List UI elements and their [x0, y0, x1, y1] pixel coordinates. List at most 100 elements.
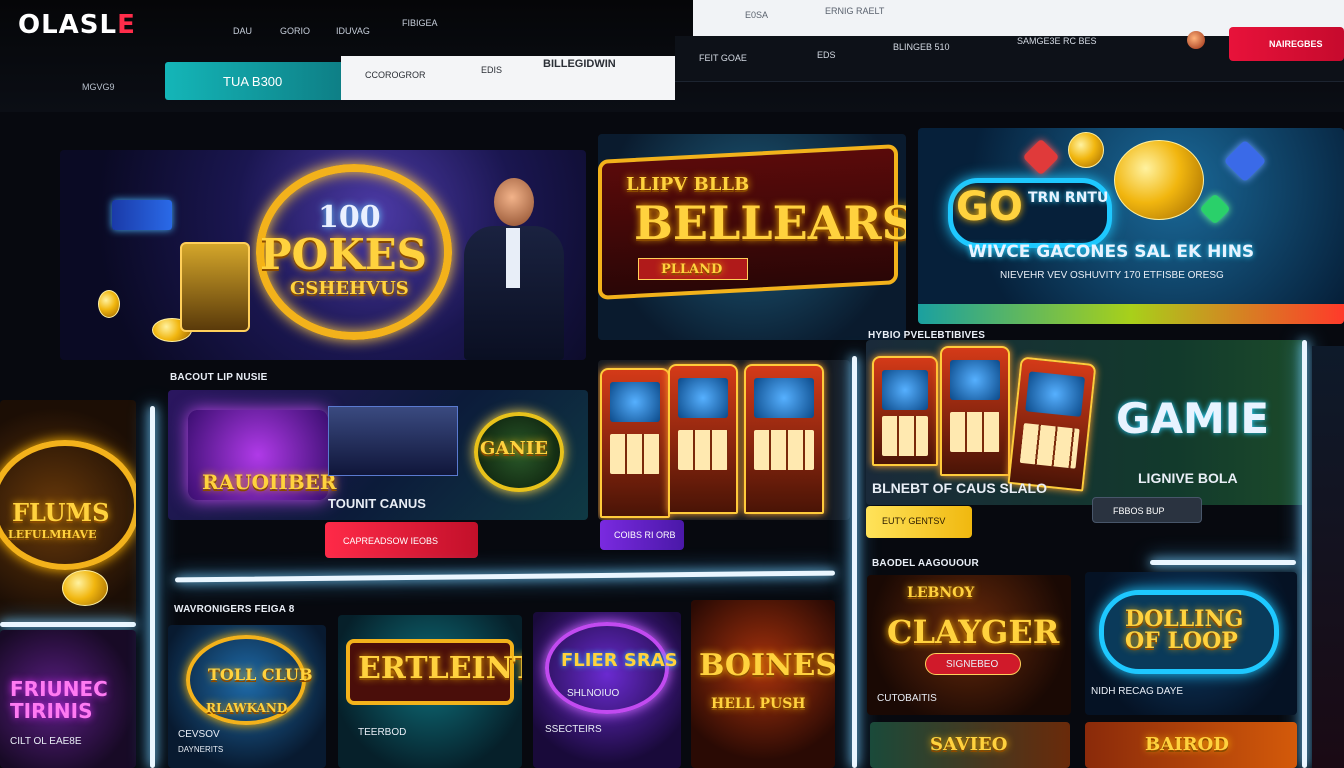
left-bottom-card[interactable]: FRIUNEC TIRINIS CILT OL EAE8E — [0, 630, 136, 768]
claim-bonus-button[interactable]: CAPREADSOW IEOBS — [325, 522, 478, 558]
search-panel-label-1: E0SA — [745, 10, 769, 20]
logo-text: OLASL — [18, 10, 118, 40]
neon-divider — [1150, 560, 1296, 565]
tab-item-3[interactable]: BILLEGIDWIN — [543, 58, 616, 70]
neon-divider-vertical — [150, 406, 155, 768]
tile-title: FLIER SRAS — [561, 650, 678, 671]
coin-icon — [1114, 140, 1204, 220]
slot-cabinet[interactable] — [744, 364, 824, 514]
tile-caption: CUTOBAITIS — [877, 693, 937, 704]
slot-cabinet[interactable] — [940, 346, 1010, 476]
slots-pill-label: COIBS RI ORB — [614, 530, 676, 540]
more-games-label: FBBOS BUP — [1113, 506, 1165, 516]
tab-active-label: TUA B300 — [223, 74, 283, 89]
poker-room-caption: TOUNIT CANUS — [328, 496, 426, 511]
nav-link-1[interactable]: DAU — [233, 26, 252, 36]
tab-active[interactable]: TUA B300 — [165, 62, 341, 100]
poker-banner[interactable]: 100 POKES GSHEHVUS — [60, 150, 586, 360]
game-tile[interactable]: FLIER SRAS SHLNOIUO SSECTEIRS — [533, 612, 681, 768]
avatar[interactable] — [1187, 31, 1205, 49]
neon-divider — [174, 570, 836, 583]
nav-link-4[interactable]: FIBIGEA — [402, 18, 438, 28]
section-label-recommended: WAVRONIGERS FEIGA 8 — [174, 604, 295, 615]
side-nav-label[interactable]: MGVG9 — [82, 82, 115, 92]
slot-cabinet[interactable] — [600, 368, 670, 518]
play-now-label: EUTY GENTSV — [882, 516, 946, 526]
tile-sub: HELL PUSH — [711, 696, 806, 712]
coins-sub: NIEVEHR VEV OSHUVITY 170 ETFISBE ORESG — [1000, 270, 1224, 281]
secondary-nav-2[interactable]: EDS — [817, 50, 836, 60]
search-panel-label-2: ERNIG RAELT — [825, 6, 885, 16]
register-button-label: NAIREGBES — [1269, 39, 1323, 49]
left-bottom-sub: CILT OL EAE8E — [10, 736, 82, 747]
slot-cabinet[interactable] — [872, 356, 938, 466]
tab-item-1[interactable]: CCOROGROR — [365, 70, 426, 80]
bells-ribbon-text: PLLAND — [661, 262, 723, 277]
gem-icon — [1199, 193, 1231, 225]
gem-icon — [1223, 139, 1267, 183]
register-button[interactable]: NAIREGBES — [1229, 27, 1344, 61]
secondary-nav-4[interactable]: SAMGE3E RC BES — [1017, 36, 1097, 46]
poker-room-title: RAUOIIBER — [202, 470, 337, 494]
poker-subtitle: GSHEHVUS — [290, 278, 409, 299]
tile-title: BOINES — [699, 648, 835, 683]
dealer-figure — [458, 178, 568, 360]
tile-title: ERTLEINT — [358, 651, 522, 686]
coin-icon — [98, 290, 120, 318]
tile-title: BAIROD — [1145, 734, 1229, 755]
secondary-nav-3[interactable]: BLINGEB 510 — [893, 42, 950, 52]
tile-title: DOLLING OF LOOP — [1125, 606, 1244, 654]
coin-icon — [62, 570, 108, 606]
tile-top: LEBNOY — [907, 585, 975, 601]
gem-icon — [1022, 138, 1060, 176]
slots-panel[interactable] — [598, 360, 850, 520]
play-now-button[interactable]: EUTY GENTSV — [866, 506, 972, 538]
site-logo[interactable]: OLASLE — [18, 10, 136, 40]
bells-banner[interactable]: LLIPV BLLB BELLEARS PLLAND — [598, 134, 906, 340]
tile-caption-2: DAYNERITS — [178, 745, 224, 754]
game-tile[interactable]: LEBNOY CLAYGER SIGNEBEO CUTOBAITIS — [867, 575, 1071, 715]
slot-cabinet[interactable] — [1007, 356, 1097, 492]
game-tile[interactable]: BAIROD — [1085, 722, 1297, 768]
game-tile[interactable]: SAVIEO — [870, 722, 1070, 768]
tile-caption: SSECTEIRS — [545, 724, 602, 735]
tile-sub: SHLNOIUO — [567, 688, 620, 699]
game-tile[interactable]: BOINES HELL PUSH — [691, 600, 835, 768]
section-label-popular: BAODEL AAGOUOUR — [872, 558, 979, 569]
more-games-button[interactable]: FBBOS BUP — [1092, 497, 1202, 523]
tab-group: CCOROGROR EDIS BILLEGIDWIN — [341, 56, 675, 100]
game-panel[interactable]: GAMIE BLNEBT OF CAUS SLALO LIGNIVE BOLA — [866, 340, 1306, 505]
game-tile[interactable]: ERTLEINT TEERBOD — [338, 615, 522, 768]
neon-divider-vertical — [852, 356, 857, 768]
game-tile[interactable]: TOLL CLUB RLAWKAND CEVSOV DAYNERITS — [168, 625, 326, 768]
tile-title: CLAYGER — [887, 613, 1060, 651]
tile-title: TOLL CLUB — [208, 665, 313, 684]
tile-caption: CEVSOV — [178, 729, 220, 740]
left-card-title: FLUMS — [12, 498, 110, 527]
game-title: GAMIE — [1116, 394, 1270, 443]
neon-divider — [0, 622, 136, 627]
nav-link-2[interactable]: GORIO — [280, 26, 310, 36]
claim-bonus-label: CAPREADSOW IEOBS — [343, 536, 439, 546]
neon-sign — [112, 200, 172, 230]
slot-cabinet[interactable] — [668, 364, 738, 514]
coins-banner[interactable]: GO TRN RNTU WIVCE GACONES SAL EK HINS NI… — [918, 128, 1344, 324]
tile-sub: RLAWKAND — [206, 701, 288, 715]
game-tile[interactable]: DOLLING OF LOOP NIDH RECAG DAYE — [1085, 572, 1297, 715]
coins-headline: WIVCE GACONES SAL EK HINS — [968, 242, 1255, 262]
poker-room-card[interactable]: RAUOIIBER TOUNIT CANUS GANIE — [168, 390, 588, 520]
slots-pill-button[interactable]: COIBS RI ORB — [600, 520, 684, 550]
section-label-poker: BACOUT LIP NUSIE — [170, 372, 268, 383]
tile-title: SAVIEO — [930, 734, 1008, 755]
left-promo-card[interactable]: FLUMS LEFULMHAVE — [0, 400, 136, 625]
poker-room-badge: GANIE — [480, 438, 548, 459]
logo-accent: E — [117, 10, 136, 40]
left-card-sub: LEFULMHAVE — [8, 528, 97, 541]
tile-caption: TEERBOD — [358, 727, 407, 738]
left-bottom-title: FRIUNEC TIRINIS — [10, 677, 108, 723]
nav-link-3[interactable]: IDUVAG — [336, 26, 370, 36]
secondary-nav-1[interactable]: FEIT GOAE — [699, 53, 747, 63]
tab-item-2[interactable]: EDIS — [481, 65, 502, 75]
bells-title: BELLEARS — [634, 196, 906, 250]
bells-ribbon: PLLAND — [638, 258, 748, 280]
